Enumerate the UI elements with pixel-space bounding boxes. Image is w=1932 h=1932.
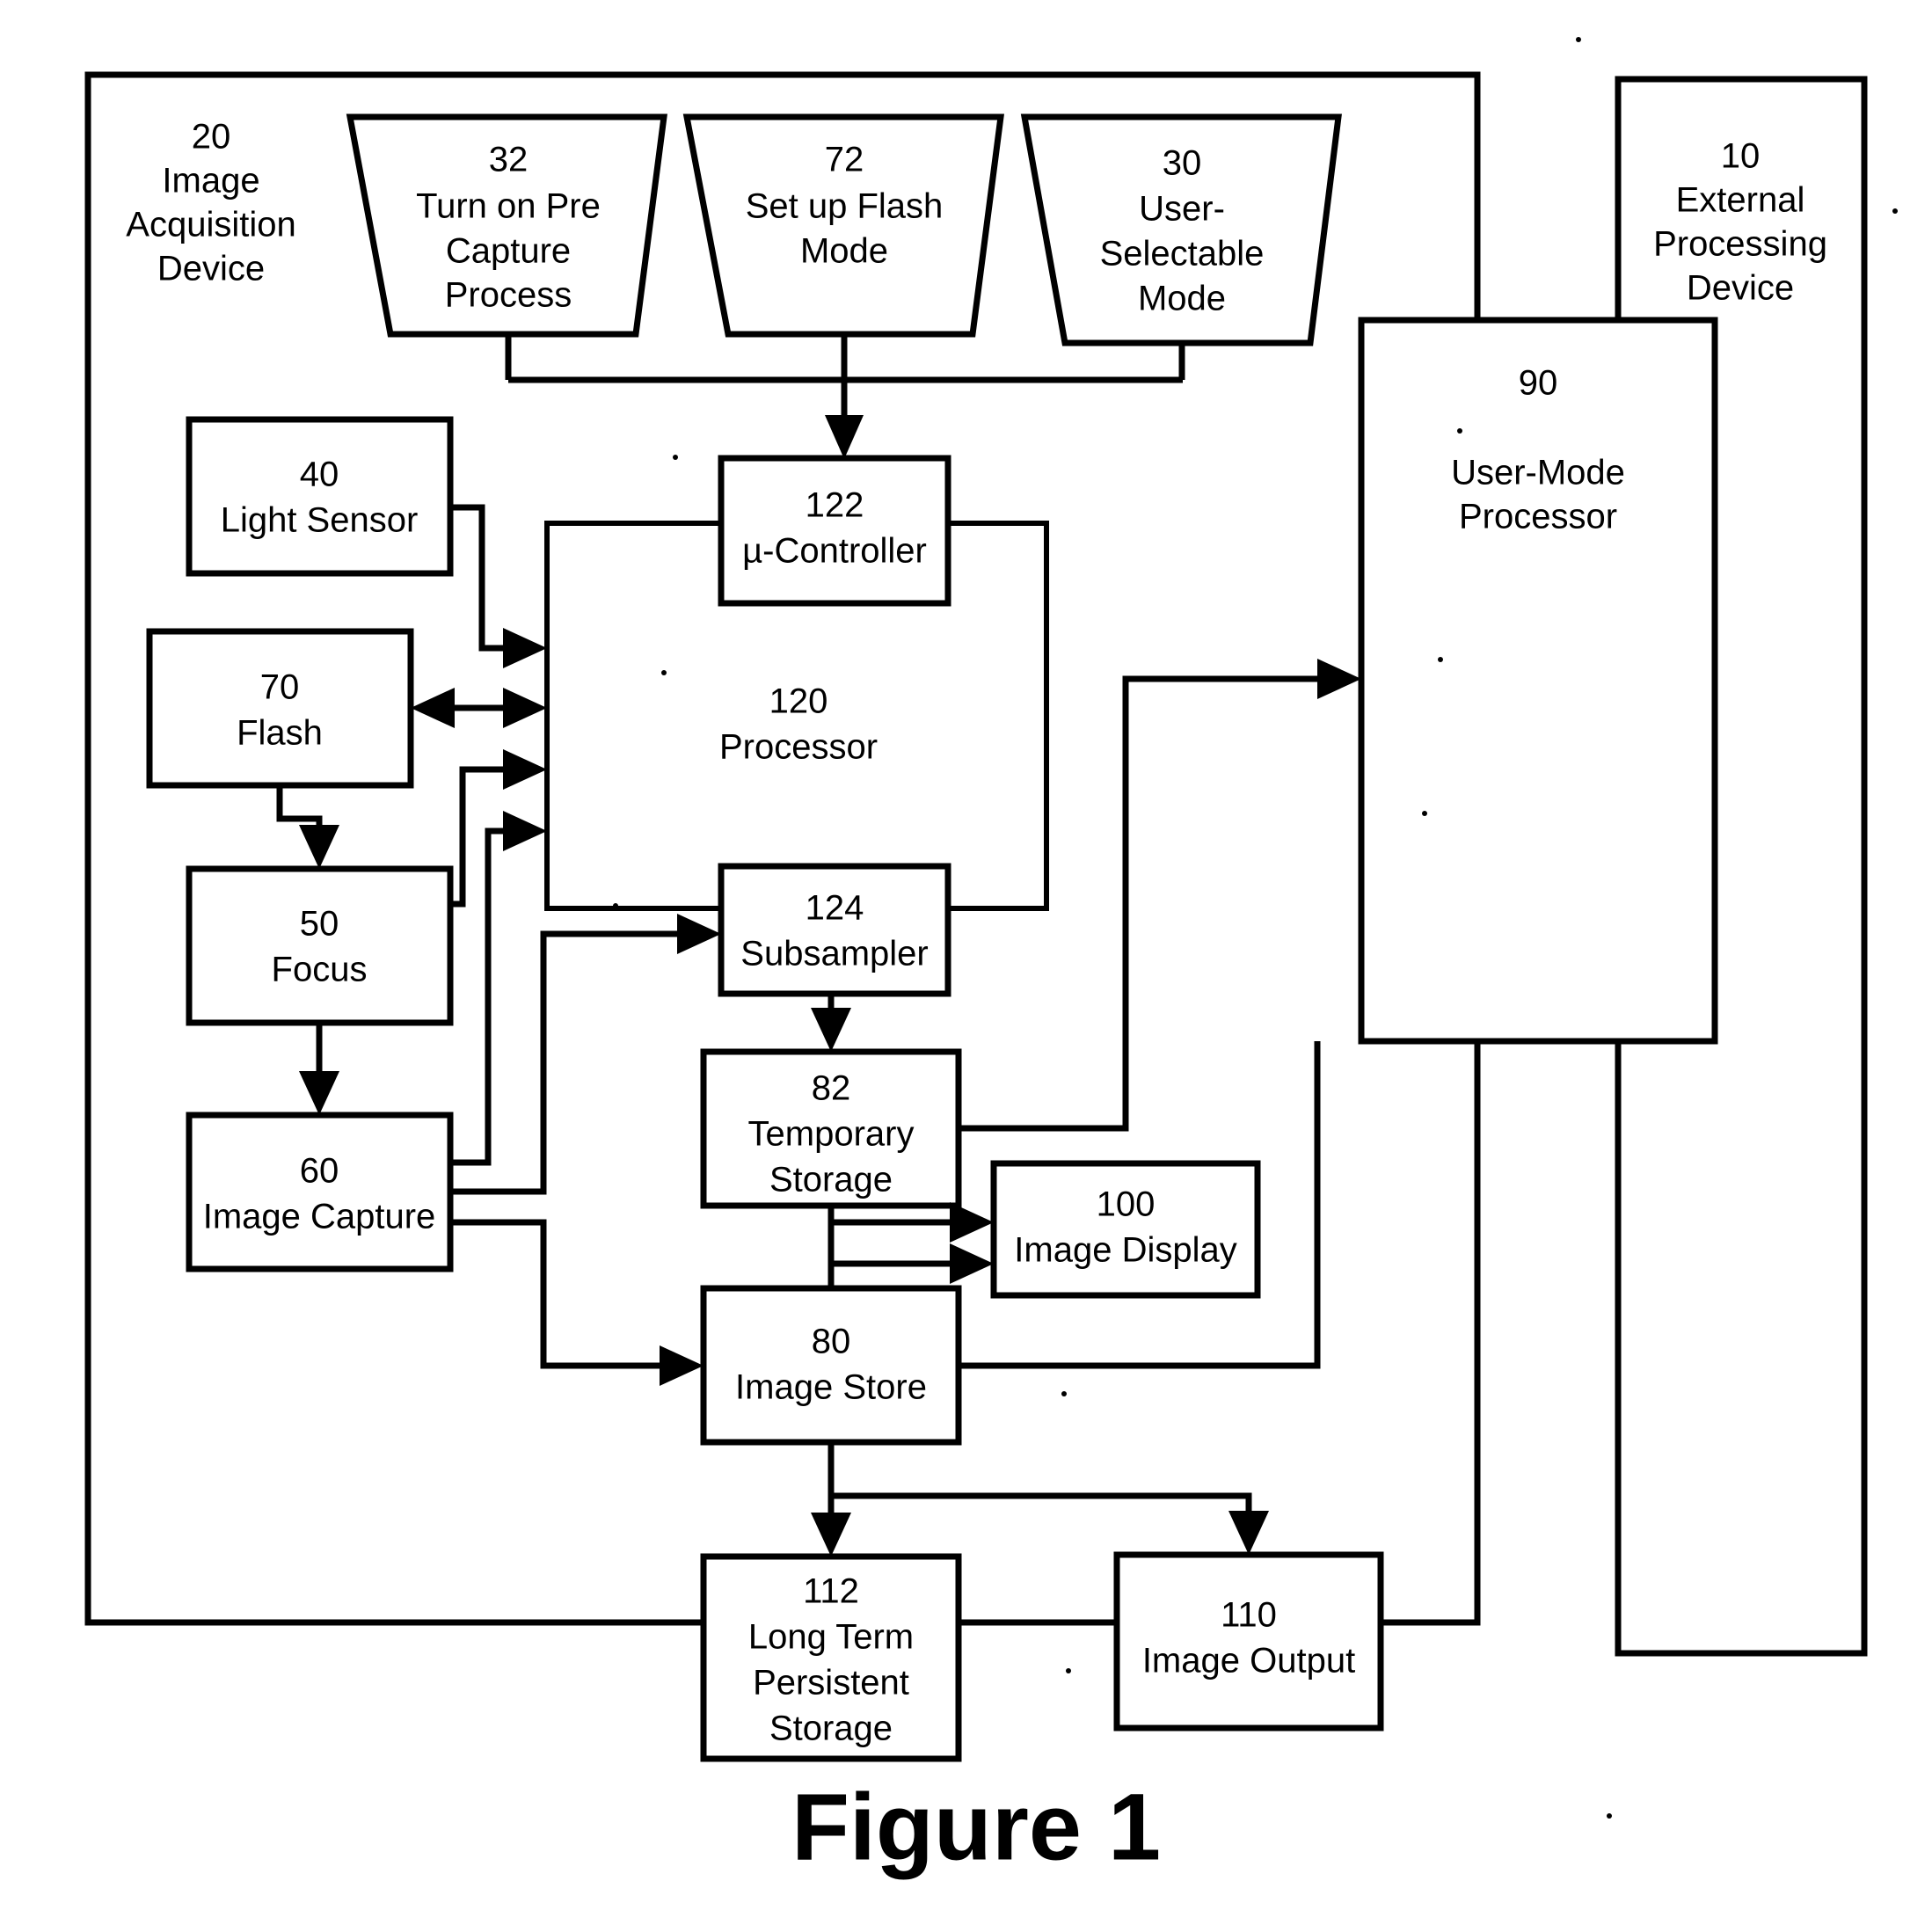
block-110-line-0: 110	[1221, 1596, 1277, 1635]
trap-30-line-1: User-	[1139, 190, 1225, 229]
trap-72-line-1: Set up Flash	[746, 187, 944, 226]
image-display-box[interactable]	[990, 1160, 1261, 1299]
block-122-line-0: 122	[806, 486, 864, 525]
arrowhead-light-sensor-to-processor	[503, 628, 547, 668]
top-control-bus	[505, 334, 1185, 459]
figure-page: 20 Image Acquisition Device 10 External …	[0, 0, 1932, 1932]
trap-30-line-2: Selectable	[1100, 235, 1265, 273]
block-112-line-0: 112	[803, 1572, 859, 1611]
block-90-line-0: 90	[1519, 364, 1558, 403]
trap-32-line-3: Process	[445, 276, 572, 315]
wire-subsampler-to-temporary-storage	[811, 994, 851, 1052]
image-capture-box[interactable]	[186, 1112, 454, 1272]
wire-flash-to-processor	[411, 688, 547, 728]
user-mode-processor-box[interactable]	[1358, 317, 1718, 1045]
block-70-line-0: 70	[260, 668, 300, 707]
arrowhead-image-store-to-long-term-persistent-storage	[811, 1513, 851, 1557]
arrowhead-image-store-to-image-display	[950, 1243, 994, 1284]
block-90-line-2: Processor	[1459, 498, 1617, 536]
arrowhead-temporary-storage-to-user-mode-processor	[1317, 659, 1361, 699]
wire-image-capture-to-image-store	[450, 1219, 704, 1386]
block-50-line-0: 50	[300, 905, 339, 944]
figure-caption: Figure 1	[791, 1774, 1161, 1880]
wire-flash-to-focus	[276, 785, 339, 869]
trap-32-line-2: Capture	[446, 232, 571, 271]
light-sensor-box[interactable]	[186, 416, 454, 577]
wire-image-store-to-long-term-persistent-storage	[811, 1442, 851, 1557]
block-70-line-1: Flash	[237, 714, 323, 753]
flash-box[interactable]	[146, 628, 414, 789]
container-20-line-2: Acquisition	[126, 206, 295, 244]
block-50-line-1: Focus	[272, 951, 368, 989]
trap-30-line-0: 30	[1163, 144, 1202, 183]
container-10-line-2: Processing	[1653, 225, 1827, 264]
trap-30-line-3: Mode	[1138, 280, 1226, 318]
arrowhead-flash-to-focus	[299, 825, 339, 869]
block-112-line-2: Persistent	[753, 1664, 909, 1702]
block-120-line-1: Processor	[719, 728, 878, 767]
patent-figure-diagram: 20 Image Acquisition Device 10 External …	[84, 37, 1898, 1880]
block-82-line-2: Storage	[769, 1161, 893, 1199]
block-90-line-1: User-Mode	[1451, 454, 1625, 492]
arrowhead-image-capture-to-image-store	[660, 1345, 704, 1386]
block-100-line-1: Image Display	[1014, 1231, 1236, 1270]
block-100-line-0: 100	[1097, 1185, 1156, 1224]
focus-box[interactable]	[186, 865, 454, 1026]
block-40-line-1: Light Sensor	[221, 501, 419, 540]
wire-focus-to-image-capture	[299, 1023, 339, 1115]
arrowhead-image-capture-to-subsampler	[677, 914, 721, 954]
block-124-line-0: 124	[806, 889, 864, 928]
block-82-line-1: Temporary	[748, 1115, 915, 1154]
wire-temporary-storage-to-user-mode-processor	[959, 659, 1361, 1132]
block-60-line-0: 60	[300, 1152, 339, 1191]
container-20-line-1: Image	[162, 162, 259, 200]
block-80-line-0: 80	[812, 1323, 851, 1361]
external-processing-device-label: 10 External Processing Device	[1653, 137, 1827, 308]
wire-image-store-to-image-output	[831, 1492, 1269, 1555]
trap-32-line-1: Turn on Pre	[416, 187, 601, 226]
image-acquisition-device-label: 20 Image Acquisition Device	[126, 118, 295, 288]
image-store-box[interactable]	[700, 1285, 962, 1446]
container-10-line-1: External	[1676, 181, 1805, 220]
wire-image-output-to-user-mode-processor	[1381, 1041, 1481, 1626]
container-20-line-3: Device	[157, 250, 265, 288]
container-20-line-0: 20	[192, 118, 231, 157]
container-10-line-3: Device	[1687, 269, 1794, 308]
micro-controller-box[interactable]	[718, 455, 951, 607]
trap-32-line-0: 32	[489, 141, 529, 179]
arrowhead-focus-to-processor	[503, 749, 547, 790]
wire-light-sensor-to-processor	[450, 504, 547, 668]
block-124-line-1: Subsampler	[740, 935, 928, 973]
arrowhead-image-capture-to-processor	[503, 811, 547, 851]
processor-label: 120 Processor	[719, 682, 878, 767]
block-60-line-1: Image Capture	[203, 1198, 436, 1236]
arrowhead-subsampler-to-temporary-storage	[811, 1008, 851, 1052]
block-112-line-1: Long Term	[748, 1618, 914, 1657]
block-120-line-0: 120	[769, 682, 828, 721]
arrowhead-processor-to-flash	[411, 688, 455, 728]
trap-72-line-2: Mode	[800, 232, 888, 271]
container-10-line-0: 10	[1721, 137, 1761, 176]
block-82-line-0: 82	[812, 1069, 851, 1108]
arrowhead-focus-to-image-capture	[299, 1071, 339, 1115]
subsampler-box[interactable]	[718, 863, 951, 997]
arrowhead-flash-to-processor	[503, 688, 547, 728]
trap-72-line-0: 72	[825, 141, 864, 179]
arrowhead-image-store-to-image-output	[1228, 1511, 1269, 1555]
block-112-line-3: Storage	[769, 1710, 893, 1748]
block-110-line-1: Image Output	[1142, 1642, 1355, 1680]
wire-image-store-to-image-display	[831, 1243, 994, 1284]
arrowhead-to-micro-controller	[825, 415, 864, 459]
block-80-line-1: Image Store	[735, 1368, 927, 1407]
block-122-line-1: µ-Controller	[742, 532, 927, 571]
arrowhead-temporary-storage-to-image-display	[950, 1202, 994, 1243]
block-40-line-0: 40	[300, 456, 339, 494]
wire-temporary-storage-to-image-display	[827, 1202, 994, 1288]
